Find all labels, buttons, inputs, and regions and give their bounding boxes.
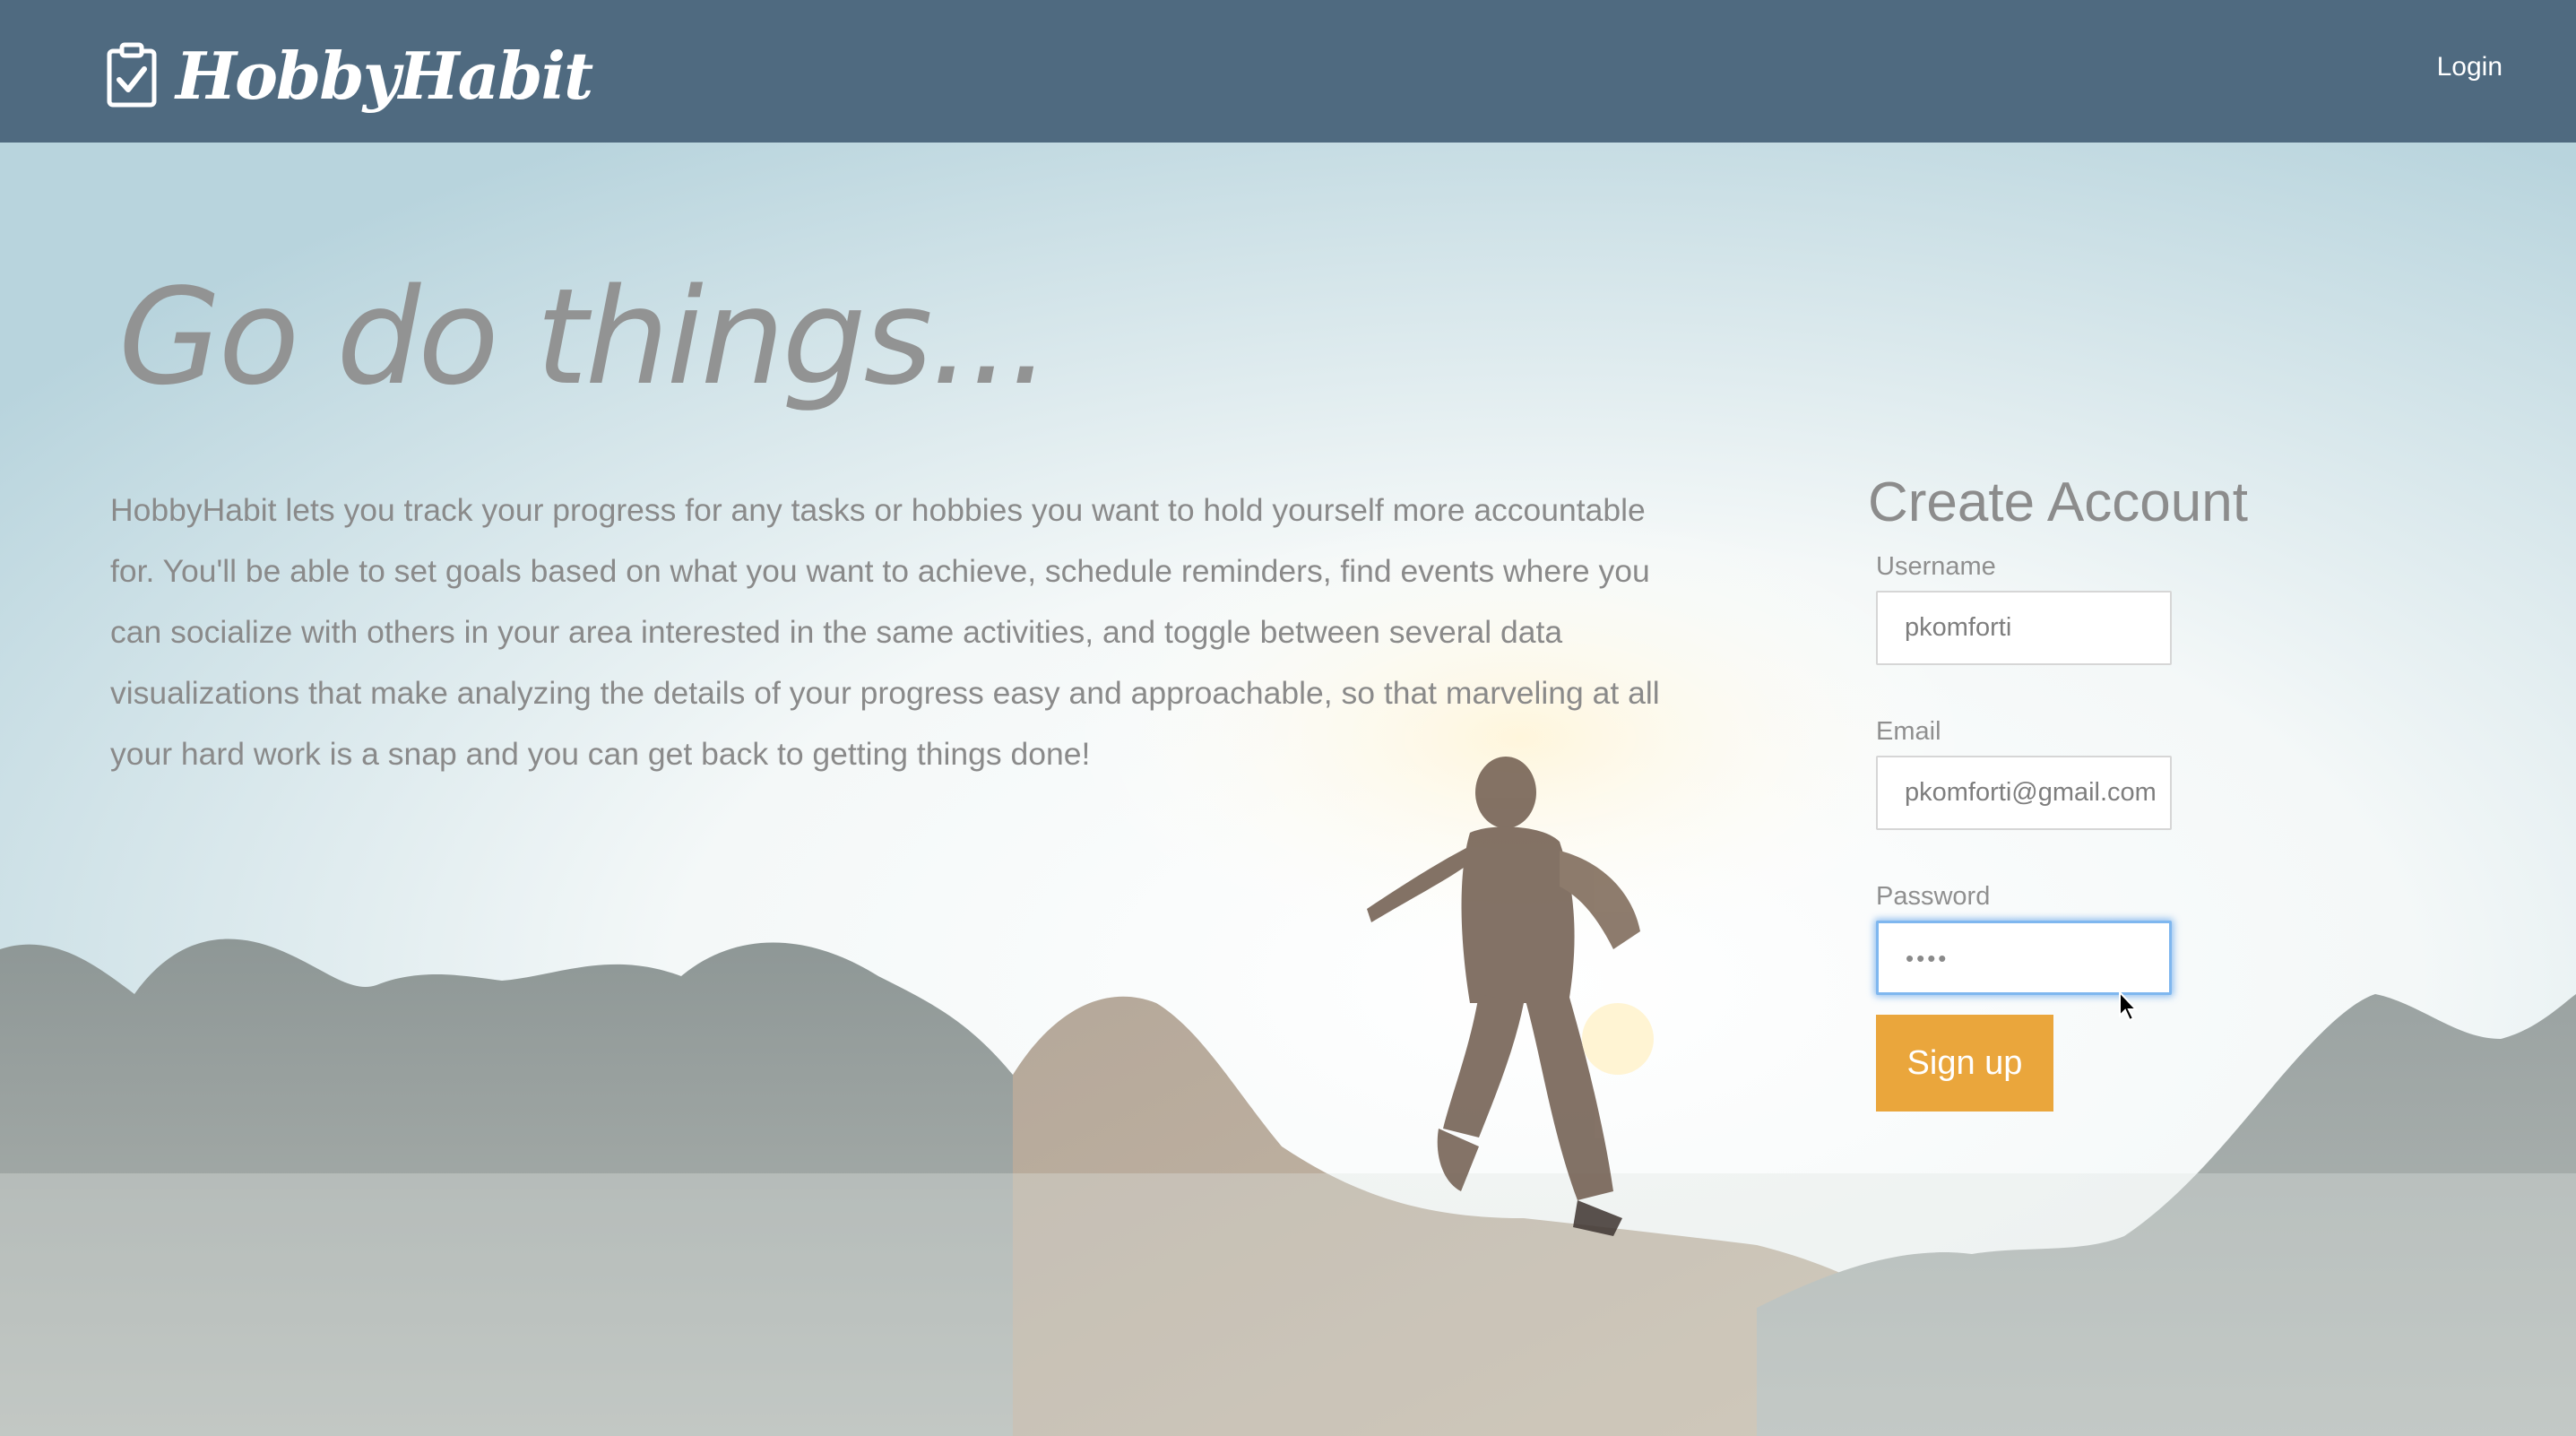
- username-label: Username: [1876, 552, 1996, 581]
- password-field[interactable]: ••••: [1876, 921, 2172, 995]
- brand-name: HobbyHabit: [176, 37, 593, 114]
- clipboard-check-icon: [107, 42, 157, 108]
- email-field[interactable]: pkomforti@gmail.com: [1876, 756, 2172, 830]
- brand-logo[interactable]: HobbyHabit: [106, 32, 593, 118]
- username-field[interactable]: pkomforti: [1876, 591, 2172, 665]
- hero-description: HobbyHabit lets you track your progress …: [110, 492, 1660, 772]
- password-masked-value: ••••: [1906, 945, 1949, 972]
- create-account-title: Create Account: [1868, 471, 2248, 533]
- email-label: Email: [1876, 717, 1941, 746]
- signup-form: Create Account Username pkomforti Email …: [1868, 471, 2370, 1112]
- mouse-cursor-icon: [2119, 991, 2139, 1022]
- sign-up-button[interactable]: Sign up: [1876, 1015, 2053, 1112]
- hero-headline: Go do things...: [118, 260, 1051, 414]
- top-navbar: HobbyHabit Login: [0, 0, 2576, 143]
- password-label: Password: [1876, 882, 1991, 911]
- login-link[interactable]: Login: [2437, 52, 2503, 82]
